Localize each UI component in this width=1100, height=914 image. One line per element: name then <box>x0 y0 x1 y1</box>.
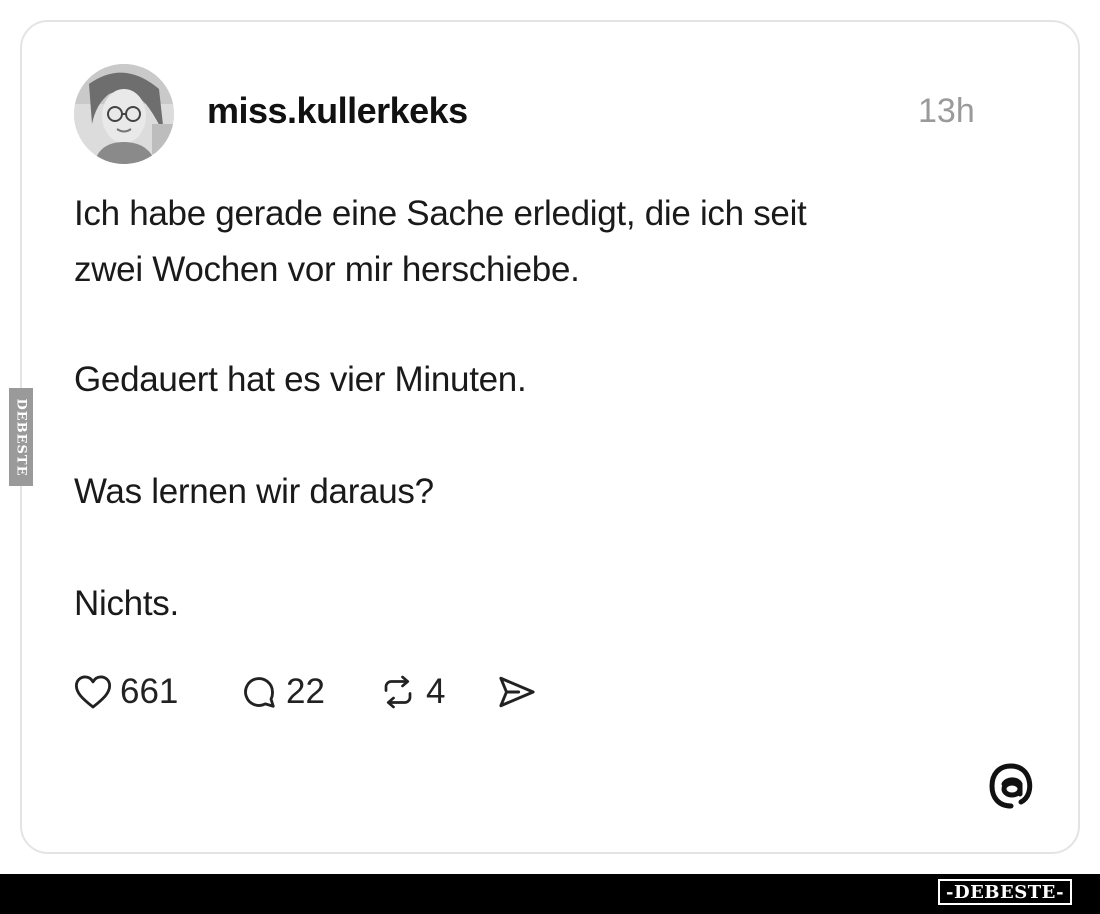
speech-bubble-icon <box>244 677 275 708</box>
side-watermark: DEBESTE <box>9 388 33 486</box>
threads-logo-icon[interactable] <box>985 760 1037 812</box>
post-paragraph-2: Gedauert hat es vier Minuten. <box>74 360 527 399</box>
avatar[interactable] <box>74 64 174 164</box>
side-watermark-text: DEBESTE <box>13 397 29 477</box>
post-card <box>20 20 1080 854</box>
like-count: 661 <box>120 672 179 711</box>
send-icon <box>499 676 535 708</box>
username[interactable]: miss.kullerkeks <box>207 90 468 132</box>
repost-count: 4 <box>426 672 446 711</box>
bottom-bar <box>0 874 1100 914</box>
reply-button[interactable]: 22 <box>240 668 325 716</box>
post-line: zwei Wochen vor mir herschiebe. <box>74 250 580 289</box>
post-timestamp: 13h <box>918 92 975 130</box>
like-button[interactable]: 661 <box>74 668 178 716</box>
heart-icon <box>74 675 112 709</box>
post-line: Ich habe gerade eine Sache erledigt, die… <box>74 194 807 233</box>
bottom-watermark: -DEBESTE- <box>938 879 1073 905</box>
repost-button[interactable]: 4 <box>378 668 445 716</box>
post-paragraph-4: Nichts. <box>74 584 179 623</box>
share-button[interactable] <box>496 668 538 716</box>
repost-arrows-icon <box>384 675 412 709</box>
avatar-photo <box>74 64 174 164</box>
post-paragraph-1: Ich habe gerade eine Sache erledigt, die… <box>74 186 974 298</box>
post-paragraph-3: Was lernen wir daraus? <box>74 472 434 511</box>
reply-count: 22 <box>286 672 325 711</box>
